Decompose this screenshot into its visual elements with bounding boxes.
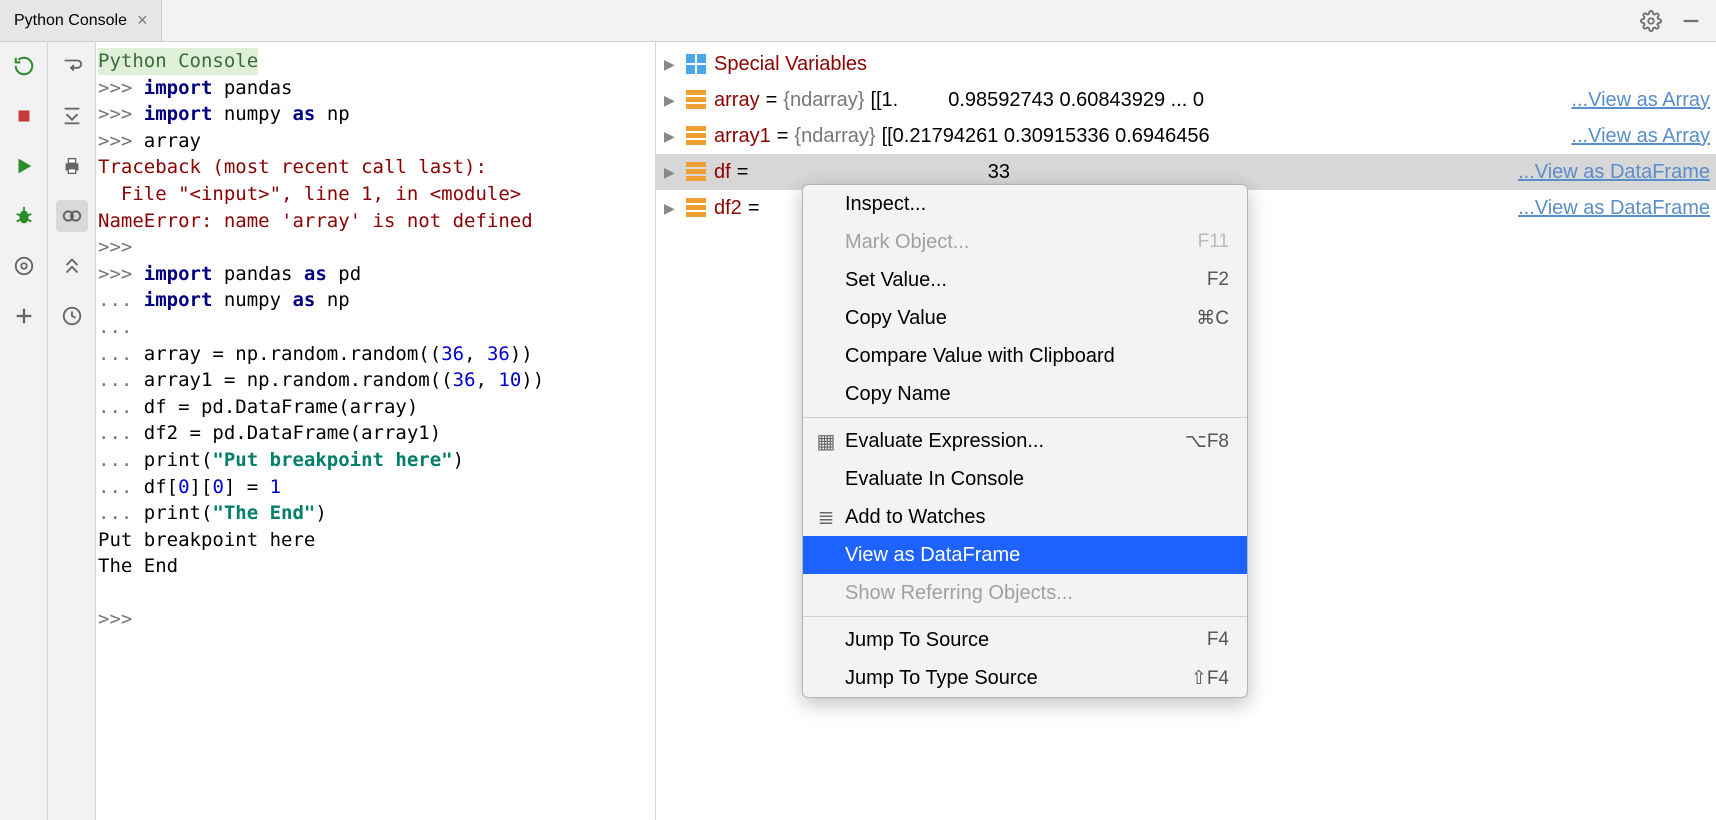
context-menu-item[interactable]: View as DataFrame — [803, 536, 1247, 574]
variable-name: array — [714, 89, 760, 112]
variable-type: {ndarray} — [794, 125, 875, 148]
menu-separator — [803, 417, 1247, 418]
variable-icon — [686, 162, 706, 182]
variable-value: [[0.21794261 0.30915336 0.6946456 — [882, 125, 1210, 148]
context-menu-item[interactable]: Evaluate In Console — [803, 460, 1247, 498]
soft-wrap-icon[interactable] — [56, 50, 88, 82]
view-as-link[interactable]: ...View as DataFrame — [1518, 161, 1716, 184]
context-menu-item[interactable]: Set Value... F2 — [803, 261, 1247, 299]
variable-value: 33 — [754, 161, 1010, 184]
menu-shortcut: ⇧F4 — [1191, 667, 1229, 690]
view-as-link[interactable]: ...View as Array — [1571, 89, 1716, 112]
menu-separator — [803, 616, 1247, 617]
menu-item-label: Copy Value — [845, 307, 947, 330]
header-actions — [1640, 0, 1716, 41]
left-gutter-1 — [0, 42, 48, 820]
minimize-icon[interactable] — [1680, 10, 1702, 32]
history-expand-icon[interactable] — [56, 250, 88, 282]
menu-item-label: Show Referring Objects... — [845, 582, 1073, 605]
context-menu-item[interactable]: Copy Name — [803, 375, 1247, 413]
menu-shortcut: F4 — [1207, 629, 1229, 651]
settings-icon[interactable] — [8, 250, 40, 282]
expand-chevron-icon[interactable]: ▶ — [664, 200, 678, 217]
variable-name: array1 — [714, 125, 771, 148]
calculator-icon: ▦ — [815, 429, 837, 454]
context-menu-item[interactable]: Copy Value ⌘C — [803, 299, 1247, 337]
variable-row[interactable]: ▶ Special Variables — [656, 46, 1716, 82]
context-menu-item: Mark Object... F11 — [803, 223, 1247, 261]
expand-chevron-icon[interactable]: ▶ — [664, 128, 678, 145]
menu-shortcut: ⌘C — [1196, 307, 1229, 330]
menu-shortcut: F2 — [1207, 269, 1229, 291]
console-output[interactable]: Python Console >>> import pandas >>> imp… — [96, 42, 656, 820]
menu-item-label: Evaluate Expression... — [845, 430, 1044, 453]
menu-shortcut: F11 — [1198, 231, 1229, 253]
context-menu-item[interactable]: ▦ Evaluate Expression... ⌥F8 — [803, 422, 1247, 460]
special-vars-icon — [686, 54, 706, 74]
expand-chevron-icon[interactable]: ▶ — [664, 56, 678, 73]
close-tab-icon[interactable]: × — [137, 10, 148, 31]
variable-name: Special Variables — [714, 53, 867, 76]
context-menu-item[interactable]: Jump To Source F4 — [803, 621, 1247, 659]
variable-name: df2 — [714, 197, 742, 220]
variable-icon — [686, 126, 706, 146]
variable-icon — [686, 198, 706, 218]
menu-item-label: Inspect... — [845, 193, 926, 216]
context-menu-item: Show Referring Objects... — [803, 574, 1247, 612]
menu-item-label: Jump To Type Source — [845, 667, 1038, 690]
menu-item-label: Add to Watches — [845, 506, 985, 529]
variable-type: {ndarray} — [783, 89, 864, 112]
left-gutter-2 — [48, 42, 96, 820]
variable-row[interactable]: ▶array1 = {ndarray} [[0.21794261 0.30915… — [656, 118, 1716, 154]
menu-item-label: Evaluate In Console — [845, 468, 1024, 491]
context-menu: Inspect... Mark Object... F11 Set Value... F… — [802, 184, 1248, 698]
menu-item-label: Compare Value with Clipboard — [845, 345, 1115, 368]
watch-icon: ≣ — [815, 505, 837, 530]
variable-icon — [686, 90, 706, 110]
menu-item-label: View as DataFrame — [845, 544, 1020, 567]
view-as-link[interactable]: ...View as DataFrame — [1518, 197, 1716, 220]
variable-row[interactable]: ▶array = {ndarray} [[1. 0.98592743 0.608… — [656, 82, 1716, 118]
gear-icon[interactable] — [1640, 10, 1662, 32]
add-icon[interactable] — [8, 300, 40, 332]
rerun-icon[interactable] — [8, 50, 40, 82]
menu-item-label: Set Value... — [845, 269, 947, 292]
context-menu-item[interactable]: ≣ Add to Watches — [803, 498, 1247, 536]
view-as-link[interactable]: ...View as Array — [1571, 125, 1716, 148]
show-vars-icon[interactable] — [56, 200, 88, 232]
variable-value: [[1. 0.98592743 0.60843929 ... 0 — [870, 89, 1204, 112]
menu-shortcut: ⌥F8 — [1185, 430, 1229, 453]
history-icon[interactable] — [56, 300, 88, 332]
print-icon[interactable] — [56, 150, 88, 182]
context-menu-item[interactable]: Inspect... — [803, 185, 1247, 223]
variable-name: df — [714, 161, 731, 184]
tab-title: Python Console — [14, 12, 127, 30]
context-menu-item[interactable]: Compare Value with Clipboard — [803, 337, 1247, 375]
expand-chevron-icon[interactable]: ▶ — [664, 164, 678, 181]
menu-item-label: Jump To Source — [845, 629, 989, 652]
stop-icon[interactable] — [8, 100, 40, 132]
debug-icon[interactable] — [8, 200, 40, 232]
scroll-end-icon[interactable] — [56, 100, 88, 132]
expand-chevron-icon[interactable]: ▶ — [664, 92, 678, 109]
menu-item-label: Copy Name — [845, 383, 951, 406]
context-menu-item[interactable]: Jump To Type Source ⇧F4 — [803, 659, 1247, 697]
run-icon[interactable] — [8, 150, 40, 182]
window-header: Python Console × — [0, 0, 1716, 42]
menu-item-label: Mark Object... — [845, 231, 969, 254]
console-tab[interactable]: Python Console × — [0, 0, 162, 41]
